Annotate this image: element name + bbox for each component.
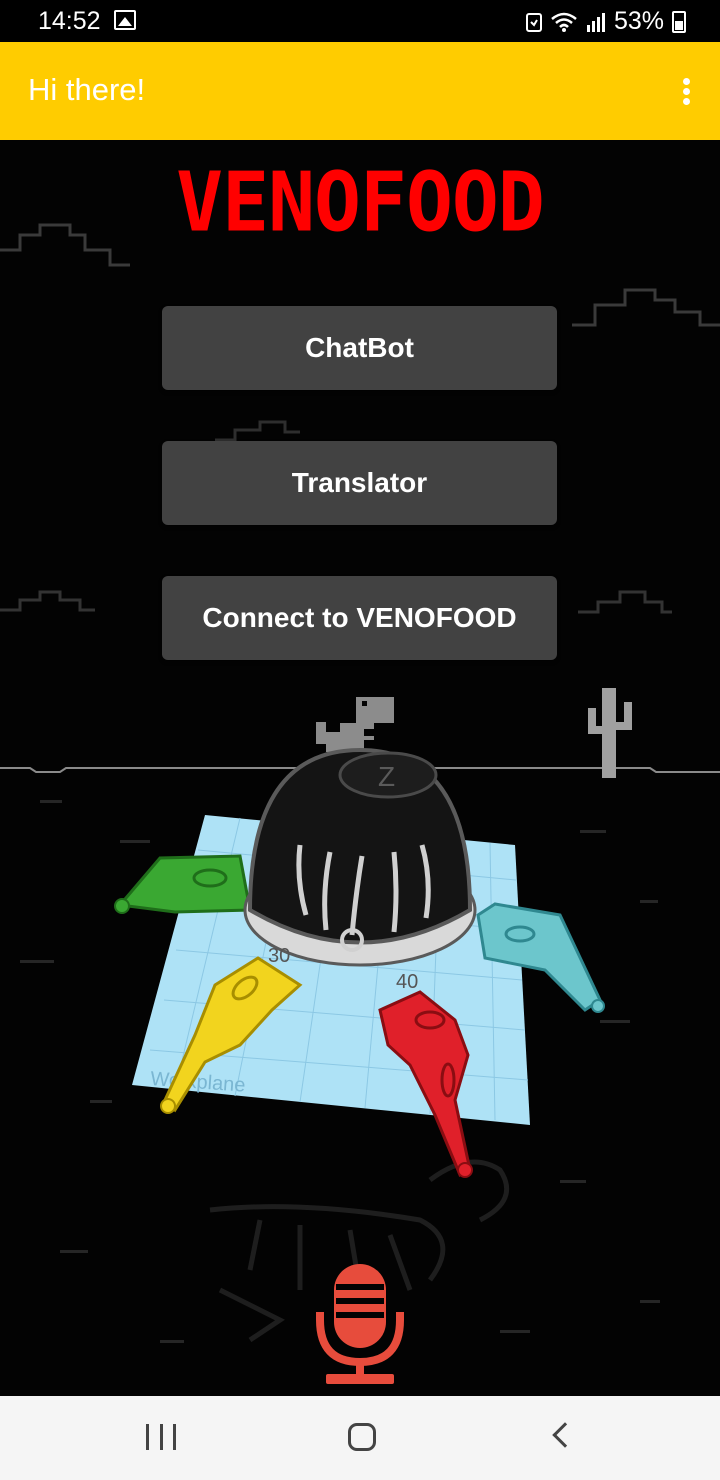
green-leg-illustration: [114, 854, 252, 914]
leg-label-40: 40: [396, 971, 418, 993]
back-icon[interactable]: [552, 1422, 578, 1448]
cloud-icon: [215, 420, 300, 442]
app-bar: Hi there!: [0, 42, 720, 140]
cloud-icon: [0, 590, 95, 612]
connect-button[interactable]: Connect to VENOFOOD: [162, 576, 557, 660]
brand-title: VENOFOOD: [176, 155, 545, 251]
battery-percent: 53%: [613, 7, 664, 35]
navigation-bar: [0, 1396, 720, 1480]
recents-icon[interactable]: [146, 1424, 176, 1450]
home-icon[interactable]: [348, 1423, 376, 1451]
battery-icon: [672, 10, 686, 33]
robot-dome-illustration: Z: [247, 747, 473, 952]
sync-icon: [525, 12, 542, 32]
signal-icon: [586, 12, 605, 32]
cloud-icon: [572, 288, 720, 327]
overflow-menu-icon[interactable]: [680, 78, 692, 106]
microphone-icon[interactable]: [314, 1260, 406, 1392]
gallery-icon: [114, 10, 136, 30]
cloud-icon: [578, 590, 672, 614]
cactus-icon: [588, 688, 632, 778]
wifi-icon: [551, 12, 577, 32]
status-indicators: 53%: [525, 7, 686, 36]
chatbot-button[interactable]: ChatBot: [162, 306, 557, 390]
app-title: Hi there!: [28, 72, 146, 107]
status-bar: 14:52 53%: [0, 0, 720, 42]
dome-label: Z: [378, 761, 395, 792]
translator-button[interactable]: Translator: [162, 441, 557, 525]
status-time: 14:52: [38, 7, 101, 35]
main-content: Workplane Z 30 40 VENOFOOD ChatBot Trans…: [0, 140, 720, 1396]
leg-label-30: 30: [268, 945, 290, 967]
